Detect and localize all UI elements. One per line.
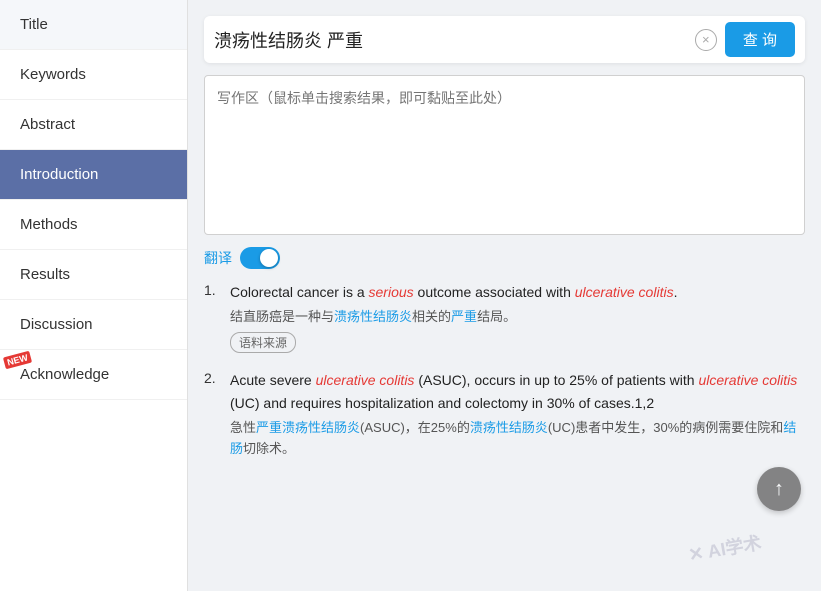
translate-label: 翻译 <box>204 248 232 268</box>
source-tag-1[interactable]: 语料来源 <box>230 332 296 353</box>
sidebar-item-label: Discussion <box>20 316 93 333</box>
result-en-1: Colorectal cancer is a serious outcome a… <box>230 281 805 303</box>
result-content-2: Acute severe ulcerative colitis (ASUC), … <box>230 369 805 463</box>
result-en-2: Acute severe ulcerative colitis (ASUC), … <box>230 369 805 414</box>
sidebar-item-label: Introduction <box>20 166 98 183</box>
result-zh-2: 急性严重溃疡性结肠炎(ASUC)，在25%的溃疡性结肠炎(UC)患者中发生，30… <box>230 418 805 460</box>
result-item-1: 1. Colorectal cancer is a serious outcom… <box>204 281 805 353</box>
search-bar: × 查 询 <box>204 16 805 63</box>
clear-button[interactable]: × <box>695 29 717 51</box>
search-input[interactable] <box>214 29 687 50</box>
translate-row: 翻译 <box>204 247 805 269</box>
query-button[interactable]: 查 询 <box>725 22 795 57</box>
sidebar-item-label: Acknowledge <box>20 366 109 383</box>
zh-keyword-1: 溃疡性结肠炎 <box>334 309 412 324</box>
scroll-up-icon: ↑ <box>774 478 784 501</box>
sidebar-item-label: Abstract <box>20 116 75 133</box>
sidebar-item-abstract[interactable]: Abstract <box>0 100 187 150</box>
keyword-uc-1: ulcerative colitis <box>575 284 674 300</box>
main-content: × 查 询 翻译 1. Colorectal cancer is a serio… <box>188 0 821 591</box>
sidebar-item-label: Methods <box>20 216 78 233</box>
keyword-uc-2b: ulcerative colitis <box>698 372 797 388</box>
sidebar-item-results[interactable]: Results <box>0 250 187 300</box>
result-content-1: Colorectal cancer is a serious outcome a… <box>230 281 805 353</box>
result-num-2: 2. <box>204 369 222 386</box>
zh-keyword-4: 溃疡性结肠炎 <box>470 420 548 435</box>
zh-keyword-3: 严重溃疡性结肠炎 <box>256 420 360 435</box>
sidebar-item-discussion[interactable]: Discussion <box>0 300 187 350</box>
toggle-knob <box>260 249 278 267</box>
zh-keyword-2: 严重 <box>451 309 477 324</box>
sidebar-item-label: Title <box>20 16 48 33</box>
keyword-uc-2a: ulcerative colitis <box>316 372 415 388</box>
main-content-wrapper: × 查 询 翻译 1. Colorectal cancer is a serio… <box>188 0 821 591</box>
scroll-up-button[interactable]: ↑ <box>757 467 801 511</box>
sidebar: Title Keywords Abstract Introduction Met… <box>0 0 188 591</box>
translate-toggle[interactable] <box>240 247 280 269</box>
results-list: 1. Colorectal cancer is a serious outcom… <box>204 281 805 464</box>
sidebar-item-keywords[interactable]: Keywords <box>0 50 187 100</box>
sidebar-item-label: Keywords <box>20 66 86 83</box>
result-item-2: 2. Acute severe ulcerative colitis (ASUC… <box>204 369 805 463</box>
keyword-serious: serious <box>369 284 414 300</box>
sidebar-item-title[interactable]: Title <box>0 0 187 50</box>
result-num-1: 1. <box>204 281 222 298</box>
sidebar-item-introduction[interactable]: Introduction <box>0 150 187 200</box>
result-zh-1: 结直肠癌是一种与溃疡性结肠炎相关的严重结局。 <box>230 307 805 328</box>
sidebar-item-acknowledge[interactable]: NEW Acknowledge <box>0 350 187 400</box>
sidebar-item-label: Results <box>20 266 70 283</box>
sidebar-item-methods[interactable]: Methods <box>0 200 187 250</box>
write-area[interactable] <box>204 75 805 235</box>
